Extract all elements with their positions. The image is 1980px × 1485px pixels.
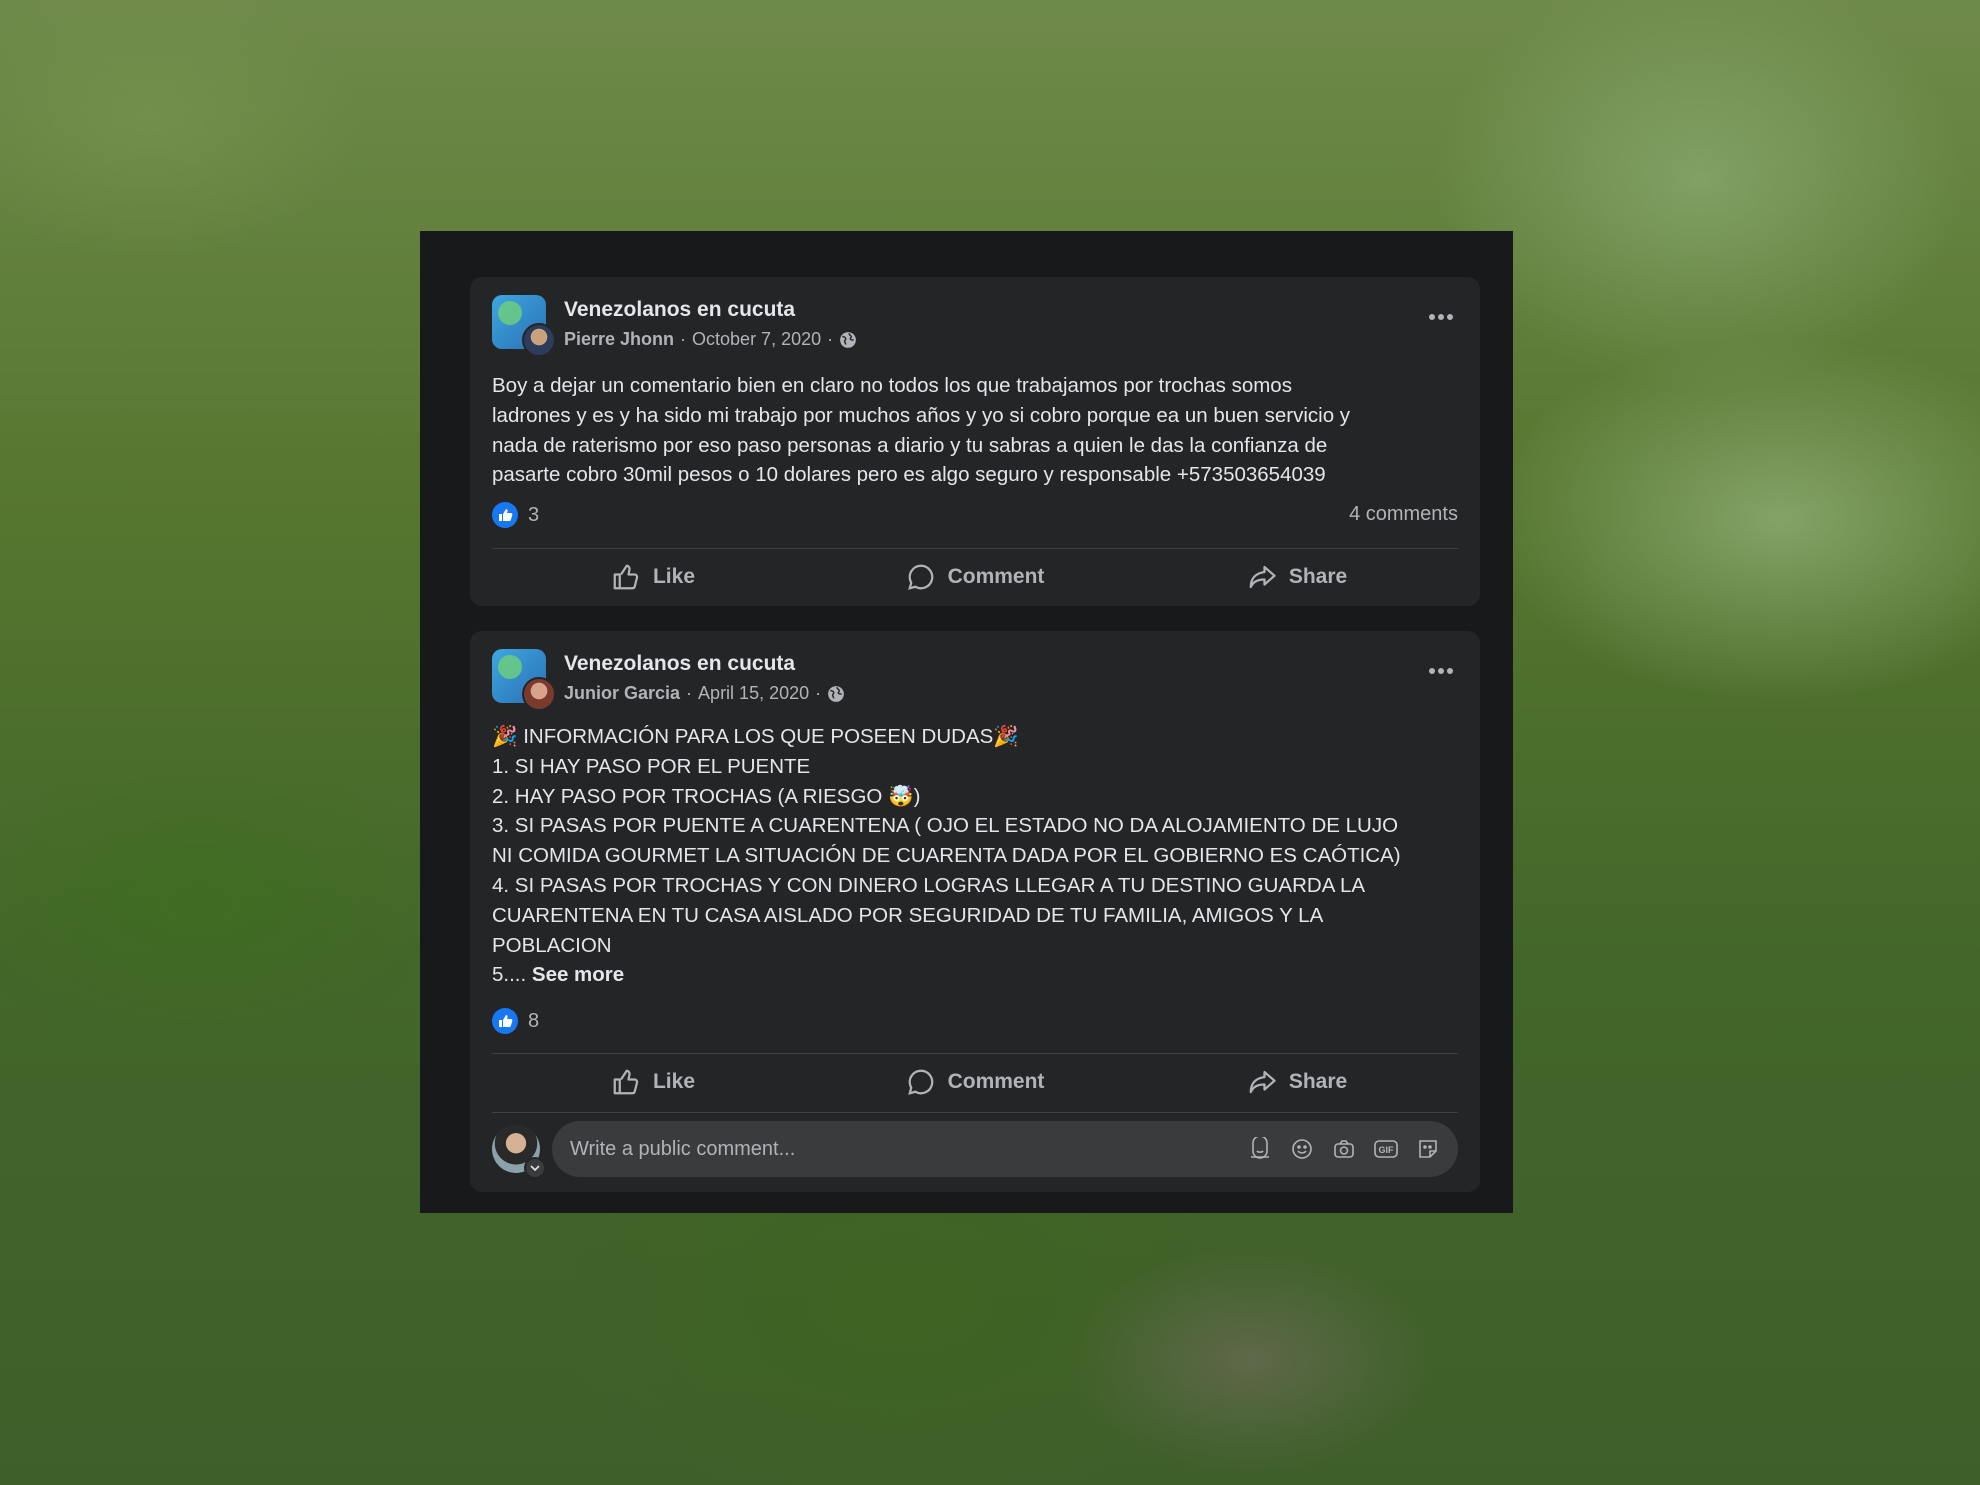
post-actions: Like Comment Share bbox=[492, 1053, 1458, 1111]
share-arrow-icon bbox=[1249, 1070, 1276, 1094]
like-label: Like bbox=[652, 1070, 696, 1093]
share-button[interactable]: Share bbox=[1136, 1053, 1458, 1111]
sticker-icon[interactable] bbox=[1414, 1135, 1442, 1163]
post-text-line: 🎉 INFORMACIÓN PARA LOS QUE POSEEN DUDAS🎉 bbox=[492, 725, 1019, 748]
share-button[interactable]: Share bbox=[1136, 548, 1458, 606]
comment-button[interactable]: Comment bbox=[814, 1053, 1136, 1111]
post-text-line: NI COMIDA GOURMET LA SITUACIÓN DE CUAREN… bbox=[492, 844, 1401, 868]
more-dots-icon bbox=[1429, 314, 1453, 320]
gif-icon[interactable]: GIF bbox=[1372, 1135, 1400, 1163]
post-date-link[interactable]: April 15, 2020 bbox=[698, 683, 809, 704]
meta-separator: · bbox=[815, 683, 822, 703]
group-name-link[interactable]: Venezolanos en cucuta bbox=[564, 298, 795, 322]
thumbs-up-icon bbox=[613, 564, 639, 590]
thumbs-up-icon bbox=[613, 1069, 639, 1095]
comment-composer: GIF bbox=[492, 1121, 1458, 1179]
comment-input[interactable] bbox=[552, 1136, 1246, 1162]
more-options-button[interactable] bbox=[1424, 659, 1458, 683]
reaction-count: 3 bbox=[528, 503, 540, 526]
post-text-line: 1. SI HAY PASO POR EL PUENTE bbox=[492, 754, 811, 778]
share-arrow-icon bbox=[1249, 565, 1276, 589]
comment-button[interactable]: Comment bbox=[814, 548, 1136, 606]
post-text-line: 3. SI PASAS POR PUENTE A CUARENTENA ( OJ… bbox=[492, 814, 1399, 838]
post-card: Venezolanos en cucuta Pierre Jhonn · Oct… bbox=[470, 277, 1480, 606]
post-actions: Like Comment Share bbox=[492, 548, 1458, 606]
post-text-line: POBLACION bbox=[492, 933, 612, 957]
more-dots-icon bbox=[1429, 668, 1453, 674]
divider bbox=[492, 1112, 1458, 1113]
gif-label: GIF bbox=[1379, 1145, 1395, 1155]
emoji-icon[interactable] bbox=[1288, 1135, 1316, 1163]
post-text-line: Boy a dejar un comentario bien en claro … bbox=[492, 374, 1292, 397]
profile-switcher-button[interactable] bbox=[524, 1157, 546, 1179]
feed-panel: Venezolanos en cucuta Pierre Jhonn · Oct… bbox=[420, 231, 1513, 1213]
comment-label: Comment bbox=[947, 565, 1045, 588]
post-text-line: 5.... See more bbox=[492, 960, 1458, 990]
post-text-line: pasarte cobro 30mil pesos o 10 dolares p… bbox=[492, 463, 1326, 487]
post-text-line: CUARENTENA EN TU CASA AISLADO POR SEGURI… bbox=[492, 903, 1324, 927]
comment-input-tools: GIF bbox=[1246, 1135, 1458, 1163]
author-name-link[interactable]: Pierre Jhonn bbox=[564, 329, 674, 350]
meta-separator: · bbox=[827, 329, 834, 349]
author-name-link[interactable]: Junior Garcia bbox=[564, 683, 680, 704]
like-button[interactable]: Like bbox=[492, 1053, 814, 1111]
post-meta: Pierre Jhonn · October 7, 2020 · bbox=[564, 329, 857, 350]
post-meta: Junior Garcia · April 15, 2020 · bbox=[564, 683, 845, 704]
share-label: Share bbox=[1288, 1070, 1348, 1093]
post-text-line: ladrones y es y ha sido mi trabajo por m… bbox=[492, 403, 1351, 427]
chevron-down-icon bbox=[530, 1165, 540, 1172]
group-name-link[interactable]: Venezolanos en cucuta bbox=[564, 652, 795, 676]
post-text-line: 4. SI PASAS POR TROCHAS Y CON DINERO LOG… bbox=[492, 873, 1366, 897]
reactions-summary[interactable]: 8 bbox=[492, 1008, 539, 1034]
last-line-prefix: 5.... bbox=[492, 963, 532, 987]
comment-bubble-icon bbox=[907, 1069, 933, 1095]
like-label: Like bbox=[652, 565, 696, 588]
camera-icon[interactable] bbox=[1330, 1135, 1358, 1163]
meta-separator: · bbox=[680, 329, 687, 349]
more-options-button[interactable] bbox=[1424, 305, 1458, 329]
share-label: Share bbox=[1288, 565, 1348, 588]
post-text: 🎉 INFORMACIÓN PARA LOS QUE POSEEN DUDAS🎉… bbox=[492, 722, 1458, 990]
post-text: Boy a dejar un comentario bien en claro … bbox=[492, 371, 1458, 490]
comment-input-container: GIF bbox=[552, 1121, 1458, 1177]
comment-label: Comment bbox=[947, 1070, 1045, 1093]
like-reaction-icon bbox=[492, 502, 518, 528]
globe-icon bbox=[828, 685, 844, 702]
post-card: Venezolanos en cucuta Junior Garcia · Ap… bbox=[470, 631, 1480, 1192]
like-reaction-icon bbox=[492, 1008, 518, 1034]
avatar-sticker-icon[interactable] bbox=[1246, 1135, 1274, 1163]
author-avatar[interactable] bbox=[522, 677, 556, 711]
comments-count-link[interactable]: 4 comments bbox=[1349, 503, 1458, 526]
post-text-line: nada de raterismo por eso paso personas … bbox=[492, 433, 1328, 457]
globe-icon bbox=[840, 331, 856, 348]
author-avatar[interactable] bbox=[522, 323, 556, 357]
reactions-summary[interactable]: 3 bbox=[492, 502, 539, 528]
comment-bubble-icon bbox=[907, 564, 933, 590]
meta-separator: · bbox=[686, 683, 693, 703]
post-date-link[interactable]: October 7, 2020 bbox=[692, 329, 821, 350]
reaction-count: 8 bbox=[528, 1009, 540, 1032]
see-more-link[interactable]: See more bbox=[532, 963, 624, 986]
like-button[interactable]: Like bbox=[492, 548, 814, 606]
post-text-line: 2. HAY PASO POR TROCHAS (A RIESGO 🤯) bbox=[492, 784, 921, 808]
